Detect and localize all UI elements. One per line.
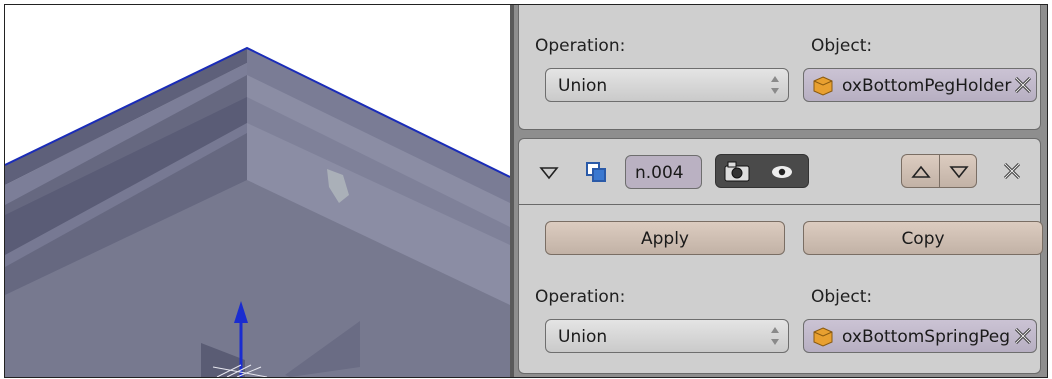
apply-button-label: Apply [641, 229, 689, 249]
boolean-modifier-icon [586, 162, 606, 182]
modifier-name-field[interactable]: n.004 [625, 155, 702, 189]
move-down-button[interactable] [939, 154, 977, 188]
modifier-body: Apply Copy Operation: Object: Union oxBo… [518, 204, 1043, 374]
editor-window: Operation: Object: Union oxBottomPegHold… [4, 4, 1048, 378]
move-down-icon [949, 166, 969, 179]
operation-select[interactable]: Union [545, 319, 789, 353]
object-label: Object: [811, 36, 873, 56]
operation-label: Operation: [535, 287, 626, 307]
up-down-arrows-icon [771, 327, 779, 345]
modifier-header: n.004 [518, 138, 1041, 207]
modifier-properties-panel: Operation: Object: Union oxBottomPegHold… [514, 5, 1047, 377]
object-field-value: oxBottomSpringPeg [842, 327, 1011, 347]
move-up-icon [911, 165, 931, 178]
expand-triangle-icon[interactable] [539, 166, 559, 180]
object-field[interactable]: oxBottomSpringPeg [803, 319, 1037, 353]
operation-select-value: Union [558, 327, 608, 347]
apply-button[interactable]: Apply [545, 221, 785, 255]
modifier-name-value: n.004 [635, 163, 684, 183]
up-down-arrows-icon [771, 76, 779, 94]
render-visibility-toggle[interactable] [715, 154, 809, 188]
camera-render-icon[interactable] [722, 159, 752, 183]
eye-visibility-icon[interactable] [770, 164, 794, 180]
3d-viewport[interactable] [5, 5, 510, 377]
copy-button[interactable]: Copy [803, 221, 1043, 255]
operation-select-value: Union [558, 76, 608, 96]
remove-x-icon[interactable] [1001, 160, 1023, 182]
object-field-value: oxBottomPegHolder [842, 76, 1012, 96]
operation-select[interactable]: Union [545, 68, 789, 102]
clear-field-x-icon[interactable] [1012, 74, 1034, 96]
object-label: Object: [811, 287, 873, 307]
operation-label: Operation: [535, 36, 626, 56]
clear-field-x-icon[interactable] [1012, 325, 1034, 347]
copy-button-label: Copy [901, 229, 945, 249]
object-cube-icon [813, 327, 833, 347]
modifier-box-top: Operation: Object: Union oxBottomPegHold… [518, 5, 1041, 130]
object-cube-icon [813, 76, 833, 96]
move-up-button[interactable] [901, 154, 939, 188]
object-field[interactable]: oxBottomPegHolder [803, 68, 1037, 102]
